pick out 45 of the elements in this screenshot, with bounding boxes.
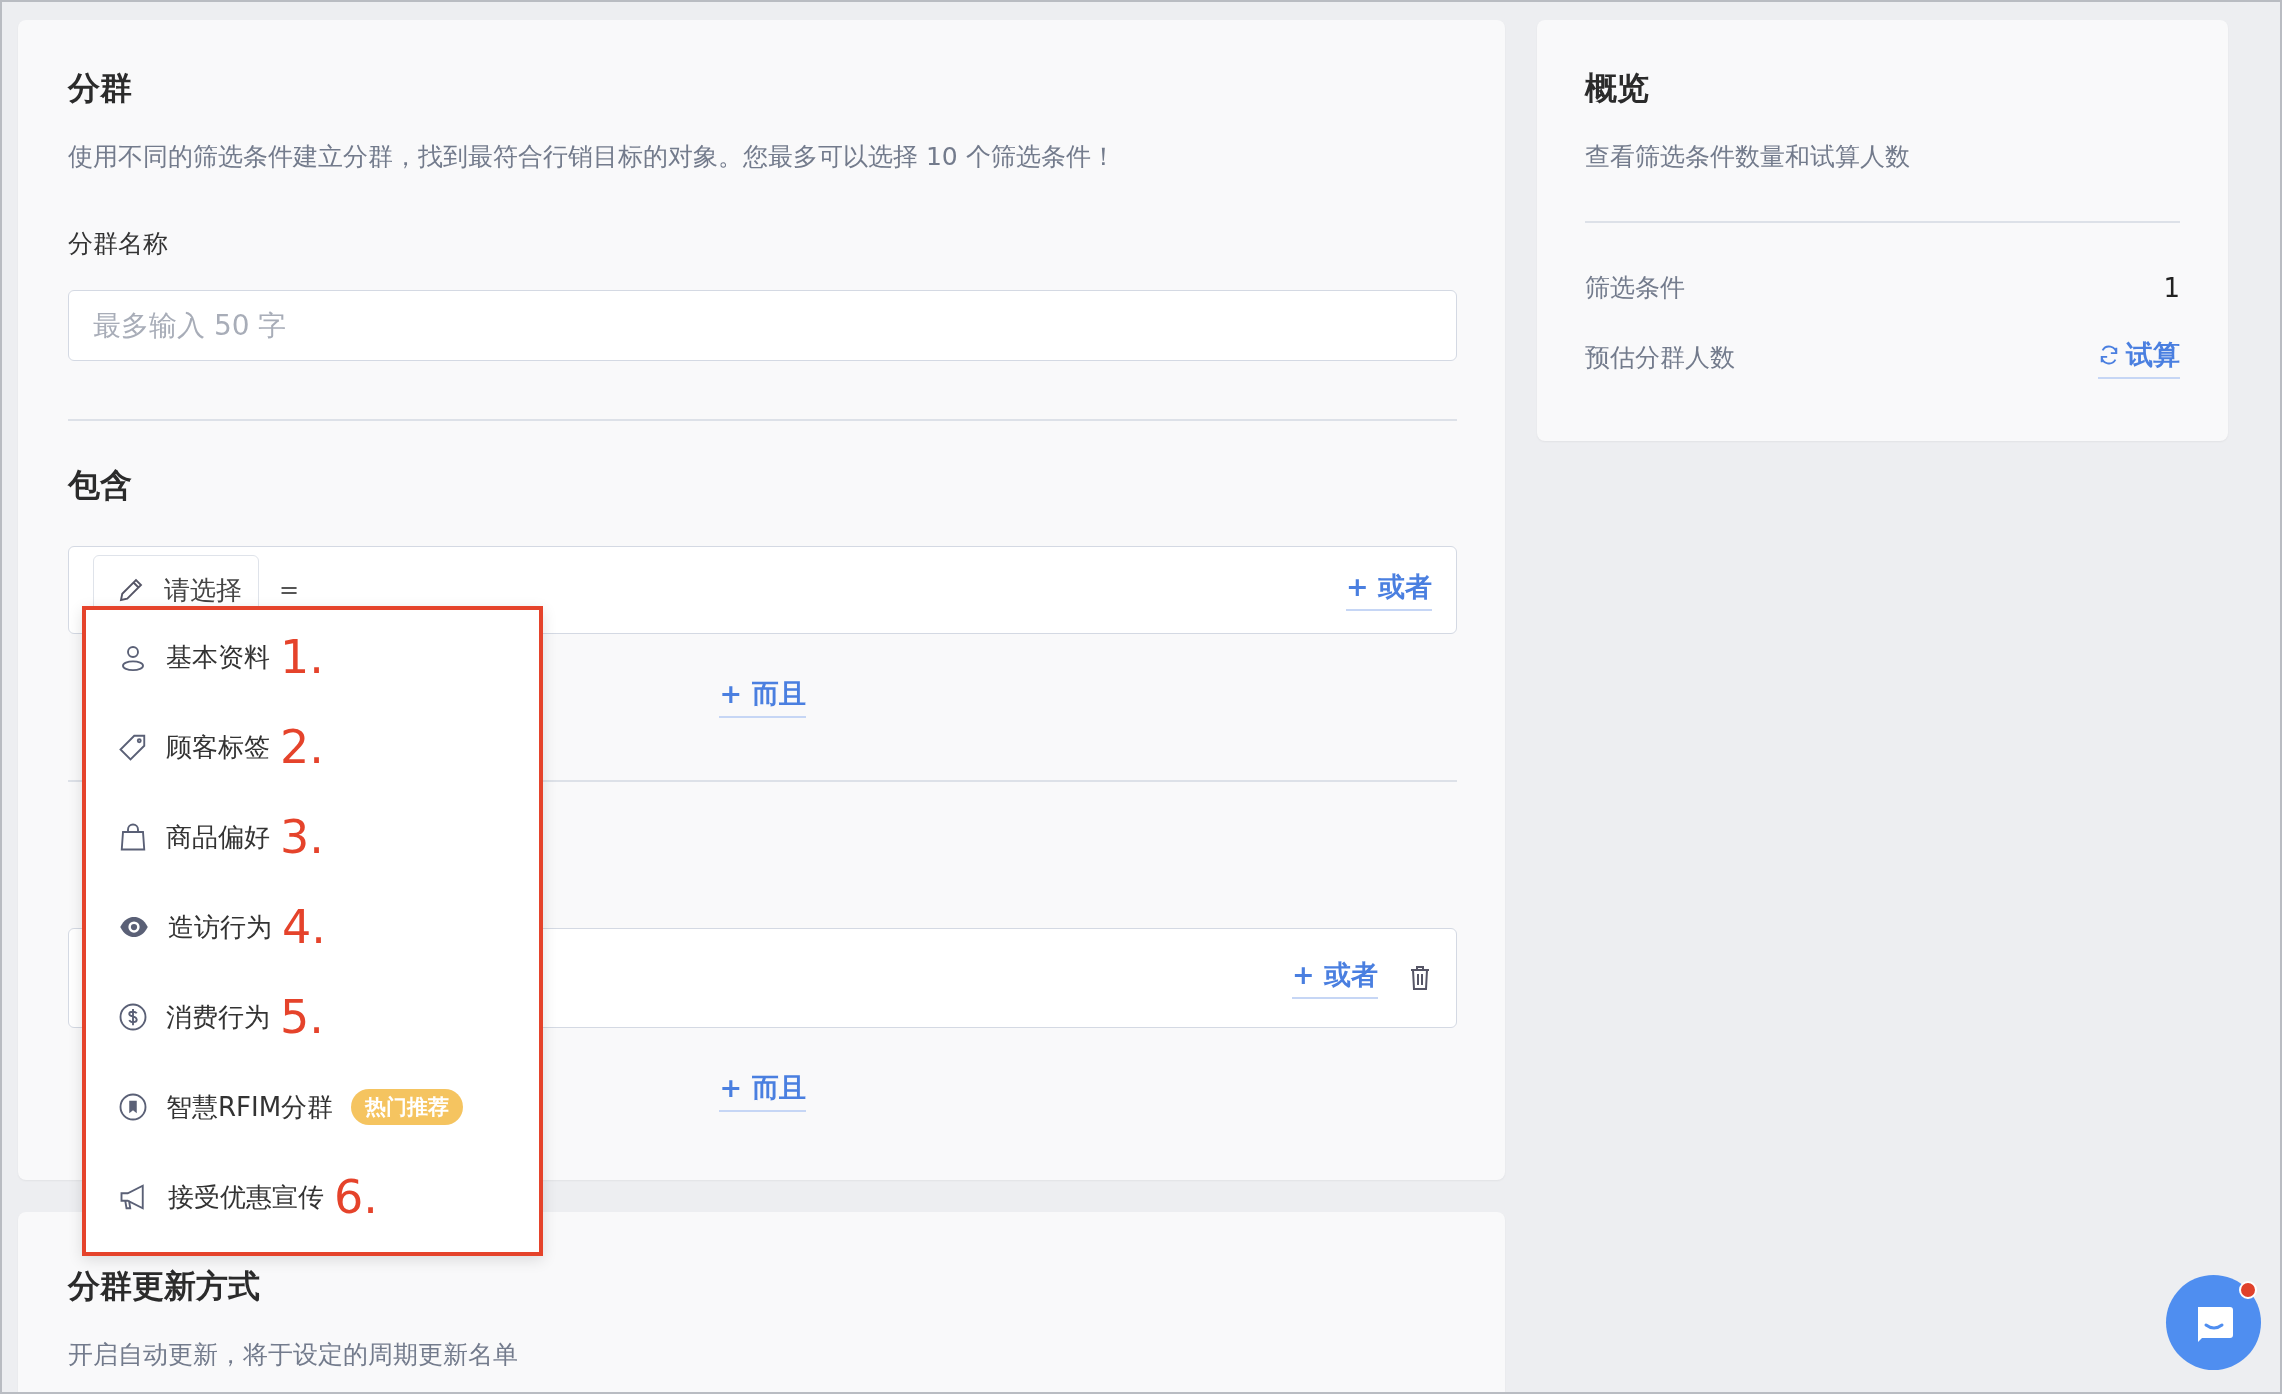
dollar-icon	[118, 1002, 148, 1032]
or-link[interactable]: + 或者	[1345, 569, 1432, 612]
tag-icon	[118, 732, 148, 762]
annotation-number: 1.	[280, 630, 324, 684]
item-label: 基本资料	[166, 640, 270, 674]
section-description: 使用不同的筛选条件建立分群，找到最符合行销目标的对象。您最多可以选择 10 个筛选条件！	[68, 140, 1117, 173]
annotation-number: 4.	[282, 900, 326, 954]
dropdown-item[interactable]: 智慧RFIM分群 热门推荐	[94, 1062, 539, 1152]
annotation-number: 3.	[280, 810, 324, 864]
section-title: 分群更新方式	[68, 1266, 261, 1307]
item-label: 接受优惠宣传	[168, 1180, 324, 1214]
annotation-number: 5.	[280, 990, 324, 1044]
refresh-icon	[2098, 343, 2120, 366]
calculate-link[interactable]: 试算	[2098, 336, 2180, 379]
notification-dot	[2239, 1281, 2257, 1299]
hot-badge: 热门推荐	[351, 1089, 464, 1125]
item-label: 商品偏好	[166, 820, 270, 854]
stat-label: 筛选条件	[1585, 272, 1685, 305]
operator-text: =	[279, 576, 300, 605]
segment-name-field[interactable]: 最多输入 50 字	[68, 289, 1457, 361]
shopping-bag-icon	[118, 822, 148, 852]
trash-icon[interactable]	[1408, 965, 1432, 992]
dropdown-item[interactable]: 消费行为 5.	[94, 972, 539, 1062]
section-title: 分群	[68, 68, 133, 109]
item-label: 消费行为	[166, 1000, 270, 1034]
dropdown-item[interactable]: 接受优惠宣传 6.	[94, 1152, 539, 1242]
stat-label: 预估分群人数	[1585, 342, 1735, 375]
section-description: 查看筛选条件数量和试算人数	[1585, 140, 1911, 173]
annotation-number: 6.	[334, 1170, 378, 1224]
item-label: 顾客标签	[166, 730, 270, 764]
dropdown-item[interactable]: 造访行为 4.	[94, 882, 539, 972]
and-link[interactable]: + 而且	[719, 1070, 806, 1113]
section-description: 开启自动更新，将于设定的周期更新名单	[68, 1338, 519, 1371]
dropdown-item[interactable]: 商品偏好 3.	[94, 792, 539, 882]
bookmark-badge-icon	[118, 1092, 148, 1122]
field-label: 分群名称	[68, 227, 169, 260]
or-link[interactable]: + 或者	[1291, 957, 1378, 1000]
dropdown-item[interactable]: 顾客标签 2.	[94, 702, 539, 792]
section-title: 概览	[1585, 68, 1650, 109]
item-label: 造访行为	[168, 910, 272, 944]
stat-value: 1	[2163, 272, 2180, 303]
and-link[interactable]: + 而且	[719, 676, 806, 719]
annotation-number: 2.	[280, 720, 324, 774]
item-label: 智慧RFIM分群	[166, 1090, 334, 1124]
section-title: 包含	[68, 464, 133, 506]
